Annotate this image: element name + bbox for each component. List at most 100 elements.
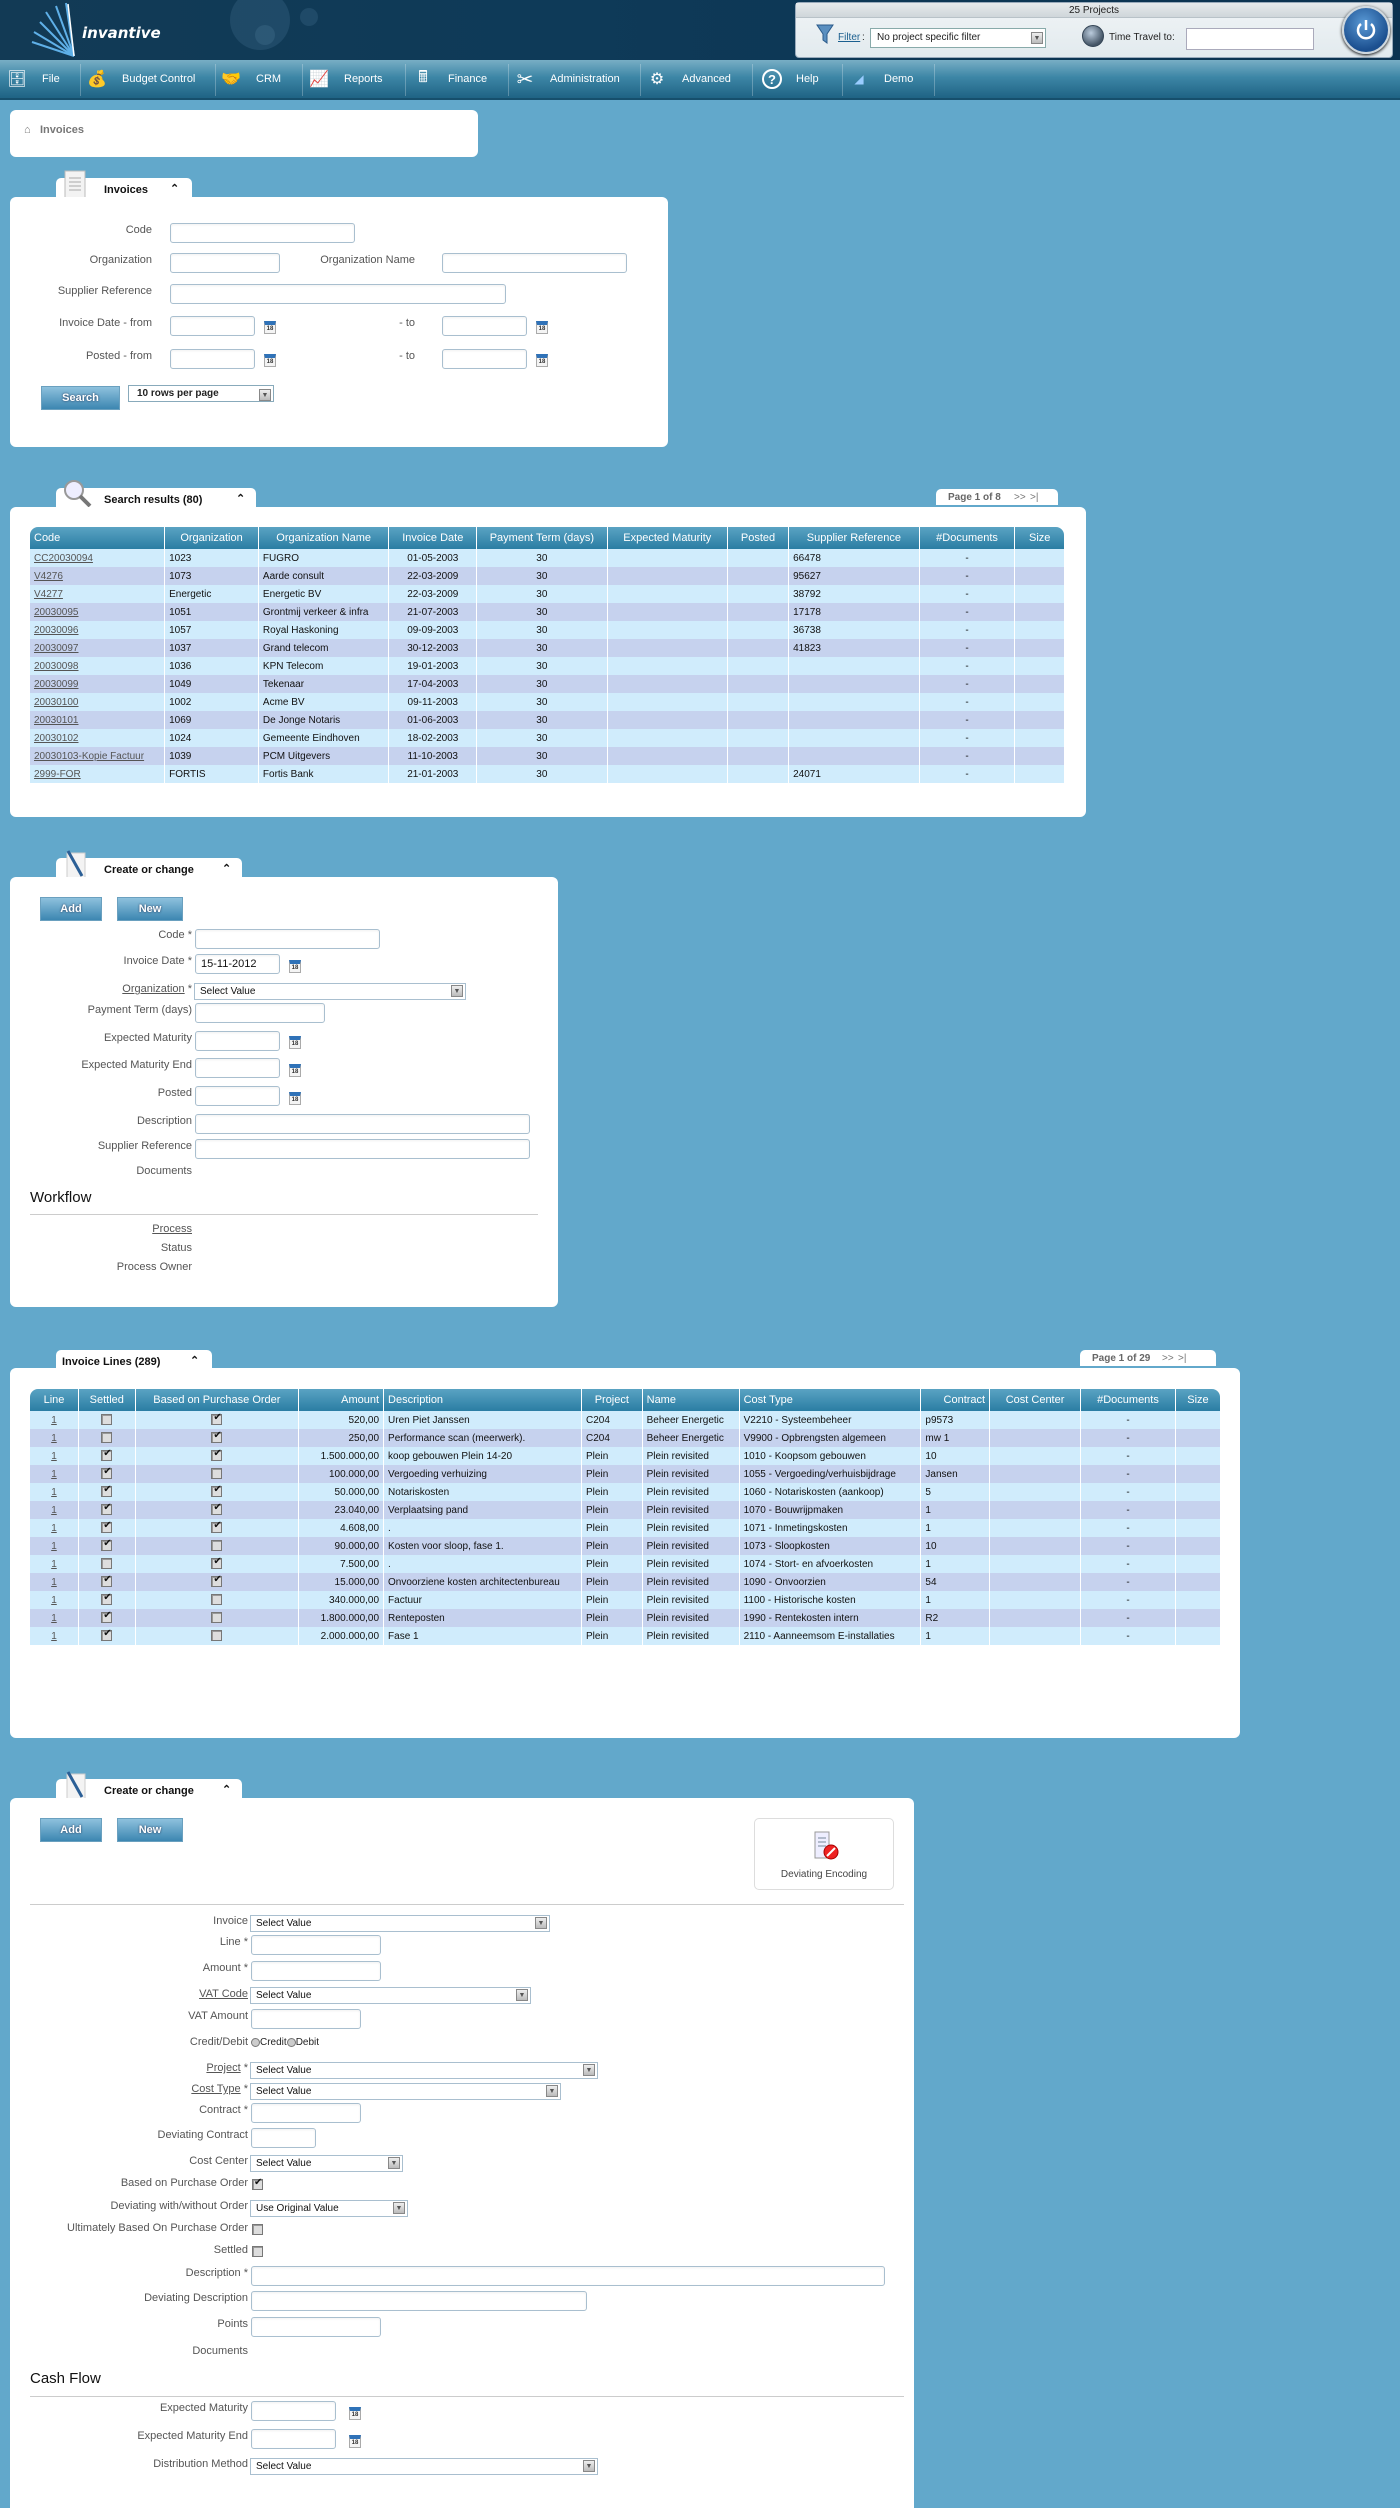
menu-budget-control[interactable]: 💰 Budget Control (86, 60, 195, 98)
table-row[interactable]: 20030096 1057 Royal Haskoning 09-09-2003 30 3… (30, 621, 1064, 639)
settled-checkbox[interactable] (101, 1448, 113, 1462)
organization-name-input[interactable] (442, 253, 627, 273)
invoice-code-link[interactable]: 20030103-Kopie Factuur (34, 751, 144, 762)
column-header[interactable]: #Documents (1080, 1389, 1176, 1411)
menu-finance[interactable]: 🖩 Finance (412, 60, 487, 98)
settled-checkbox[interactable] (101, 1592, 113, 1606)
filter-link[interactable]: Filter (838, 32, 860, 43)
settled-checkbox[interactable] (101, 1538, 113, 1552)
line-number-link[interactable]: 1 (51, 1559, 57, 1570)
calendar-icon[interactable]: 18 (289, 1064, 301, 1077)
menu-crm[interactable]: 🤝 CRM (220, 60, 281, 98)
deviating-encoding-button[interactable]: Deviating Encoding (754, 1818, 894, 1890)
invantive-logo[interactable]: invantive (30, 2, 161, 57)
column-header[interactable]: Amount (298, 1389, 385, 1411)
column-header[interactable]: Description (383, 1389, 583, 1411)
settled-checkbox[interactable] (101, 1432, 113, 1444)
table-row[interactable]: 11.500.000,00koop gebouwen Plein 14-20Pl… (30, 1447, 1220, 1465)
line-number-link[interactable]: 1 (51, 1577, 57, 1588)
line-number-link[interactable]: 1 (51, 1631, 57, 1642)
purchase-order-checkbox[interactable] (211, 1484, 223, 1498)
column-header[interactable]: Payment Term (days) (476, 527, 608, 549)
code-input[interactable] (170, 223, 355, 243)
settled-checkbox[interactable] (101, 1628, 113, 1642)
code-input[interactable] (195, 929, 380, 949)
project-link[interactable]: Project (206, 2062, 240, 2074)
vat-code-link[interactable]: VAT Code (30, 1988, 248, 2000)
table-row[interactable]: 1 250,00Performance scan (meerwerk).C204B… (30, 1429, 1220, 1447)
table-row[interactable]: 20030100 1002 Acme BV 09-11-2003 30 - (30, 693, 1064, 711)
table-row[interactable]: 1340.000,00FactuurPleinPlein revisited11… (30, 1591, 1220, 1609)
contract-input[interactable] (251, 2103, 361, 2123)
invoice-code-link[interactable]: CC20030094 (34, 553, 93, 564)
column-header[interactable]: Invoice Date (388, 527, 478, 549)
debit-radio[interactable] (286, 2037, 296, 2047)
purchase-order-checkbox[interactable] (211, 1468, 223, 1480)
add-button[interactable]: Add (40, 897, 102, 921)
collapse-chevron-icon[interactable]: ⌃ (222, 862, 231, 875)
table-row[interactable]: 190.000,00Kosten voor sloop, fase 1.Plei… (30, 1537, 1220, 1555)
line-number-link[interactable]: 1 (51, 1451, 57, 1462)
based-on-po-checkbox[interactable] (252, 2177, 263, 2190)
calendar-icon[interactable]: 18 (264, 321, 276, 334)
column-header[interactable]: Based on Purchase Order (135, 1389, 300, 1411)
purchase-order-checkbox[interactable] (211, 1594, 223, 1606)
new-button[interactable]: New (117, 897, 183, 921)
line-number-link[interactable]: 1 (51, 1523, 57, 1534)
table-row[interactable]: 20030101 1069 De Jonge Notaris 01-06-2003 30… (30, 711, 1064, 729)
search-button[interactable]: Search (41, 386, 120, 410)
pager-last[interactable]: >| (1178, 1353, 1186, 1364)
table-row[interactable]: 20030099 1049 Tekenaar 17-04-2003 30 - (30, 675, 1064, 693)
purchase-order-checkbox[interactable] (211, 1412, 223, 1426)
invoice-select[interactable]: Select Value ▼ (250, 1915, 550, 1932)
purchase-order-checkbox[interactable] (211, 1502, 223, 1516)
settled-checkbox[interactable] (101, 1502, 113, 1516)
invoice-date-input[interactable] (195, 954, 280, 974)
cost-type-select[interactable]: Select Value ▼ (250, 2083, 561, 2100)
column-header[interactable]: Organization (164, 527, 259, 549)
table-row[interactable]: 1 23.040,00Verplaatsing pandPleinPlein re… (30, 1501, 1220, 1519)
invoice-code-link[interactable]: 2999-FOR (34, 769, 81, 780)
column-header[interactable]: Cost Type (739, 1389, 922, 1411)
purchase-order-checkbox[interactable] (211, 1612, 223, 1624)
menu-help[interactable]: ? Help (762, 60, 819, 98)
table-row[interactable]: 1 50.000,00NotariskostenPleinPlein revisi… (30, 1483, 1220, 1501)
logout-power-button[interactable] (1342, 6, 1390, 54)
settled-checkbox[interactable] (101, 1610, 113, 1624)
invoice-code-link[interactable]: 20030096 (34, 625, 79, 636)
column-header[interactable]: Line (30, 1389, 79, 1411)
purchase-order-checkbox[interactable] (211, 1448, 223, 1462)
table-row[interactable]: CC20030094 1023 FUGRO 01-05-2003 30 66478- (30, 549, 1064, 567)
posted-input[interactable] (195, 1086, 280, 1106)
calendar-icon[interactable]: 18 (536, 321, 548, 334)
posted-to-input[interactable] (442, 349, 527, 369)
invoice-code-link[interactable]: 20030097 (34, 643, 79, 654)
column-header[interactable]: Contract (920, 1389, 991, 1411)
invoice-code-link[interactable]: 20030098 (34, 661, 79, 672)
breadcrumb-invoices[interactable]: Invoices (40, 124, 84, 136)
cost-type-link[interactable]: Cost Type (191, 2083, 240, 2095)
menu-reports[interactable]: 📈 Reports (308, 60, 383, 98)
purchase-order-checkbox[interactable] (211, 1540, 223, 1552)
column-header[interactable]: Supplier Reference (788, 527, 920, 549)
table-row[interactable]: V4277 Energetic Energetic BV 22-03-2009 30 38… (30, 585, 1064, 603)
line-number-link[interactable]: 1 (51, 1541, 57, 1552)
settled-checkbox[interactable] (101, 1484, 113, 1498)
ultimately-po-checkbox[interactable] (252, 2224, 263, 2235)
table-row[interactable]: V4276 1073 Aarde consult 22-03-2009 30 95627- (30, 567, 1064, 585)
invoice-code-link[interactable]: 20030095 (34, 607, 79, 618)
column-header[interactable]: Expected Maturity (607, 527, 728, 549)
vat-code-select[interactable]: Select Value ▼ (250, 1987, 531, 2004)
line-number-link[interactable]: 1 (51, 1505, 57, 1516)
column-header[interactable]: Project (581, 1389, 643, 1411)
amount-input[interactable] (251, 1961, 381, 1981)
settled-checkbox[interactable] (101, 1466, 113, 1480)
expected-maturity-input[interactable] (195, 1031, 280, 1051)
invoice-code-link[interactable]: V4276 (34, 571, 63, 582)
column-header[interactable]: Code (30, 527, 166, 549)
purchase-order-checkbox[interactable] (211, 1630, 223, 1642)
invoice-date-to-input[interactable] (442, 316, 527, 336)
description-input[interactable] (251, 2266, 885, 2286)
supplier-reference-input[interactable] (170, 284, 506, 304)
calendar-icon[interactable]: 18 (536, 354, 548, 367)
